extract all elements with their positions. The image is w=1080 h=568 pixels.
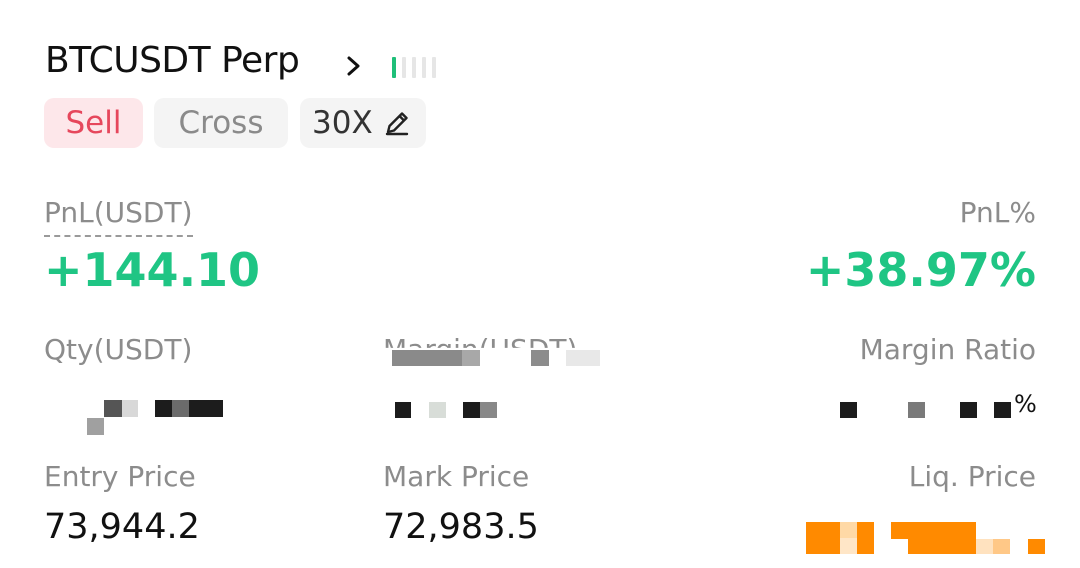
mark-price-label: Mark Price — [383, 460, 530, 493]
signal-strength-bars — [392, 57, 436, 78]
leverage-value: 30X — [312, 105, 373, 141]
entry-price-label: Entry Price — [44, 460, 196, 493]
position-card: BTCUSDT Perp Sell Cross 30X PnL(USDT) Pn… — [0, 0, 1080, 568]
pnl-value: +144.10 — [44, 243, 261, 297]
margin-ratio-label: Margin Ratio — [859, 333, 1036, 366]
leverage-chip[interactable]: 30X — [300, 98, 426, 148]
pnl-percent-value: +38.97% — [805, 243, 1036, 297]
entry-price-value: 73,944.2 — [44, 507, 200, 547]
pencil-icon[interactable] — [383, 109, 411, 137]
side-chip: Sell — [44, 98, 143, 148]
symbol-title[interactable]: BTCUSDT Perp — [45, 40, 300, 81]
mark-price-value: 72,983.5 — [383, 507, 539, 547]
chevron-right-icon[interactable] — [342, 52, 366, 80]
pnl-percent-label: PnL% — [959, 196, 1036, 229]
qty-label: Qty(USDT) — [44, 333, 193, 366]
liq-price-label: Liq. Price — [908, 460, 1036, 493]
margin-mode-chip[interactable]: Cross — [154, 98, 288, 148]
pnl-label[interactable]: PnL(USDT) — [44, 196, 193, 237]
